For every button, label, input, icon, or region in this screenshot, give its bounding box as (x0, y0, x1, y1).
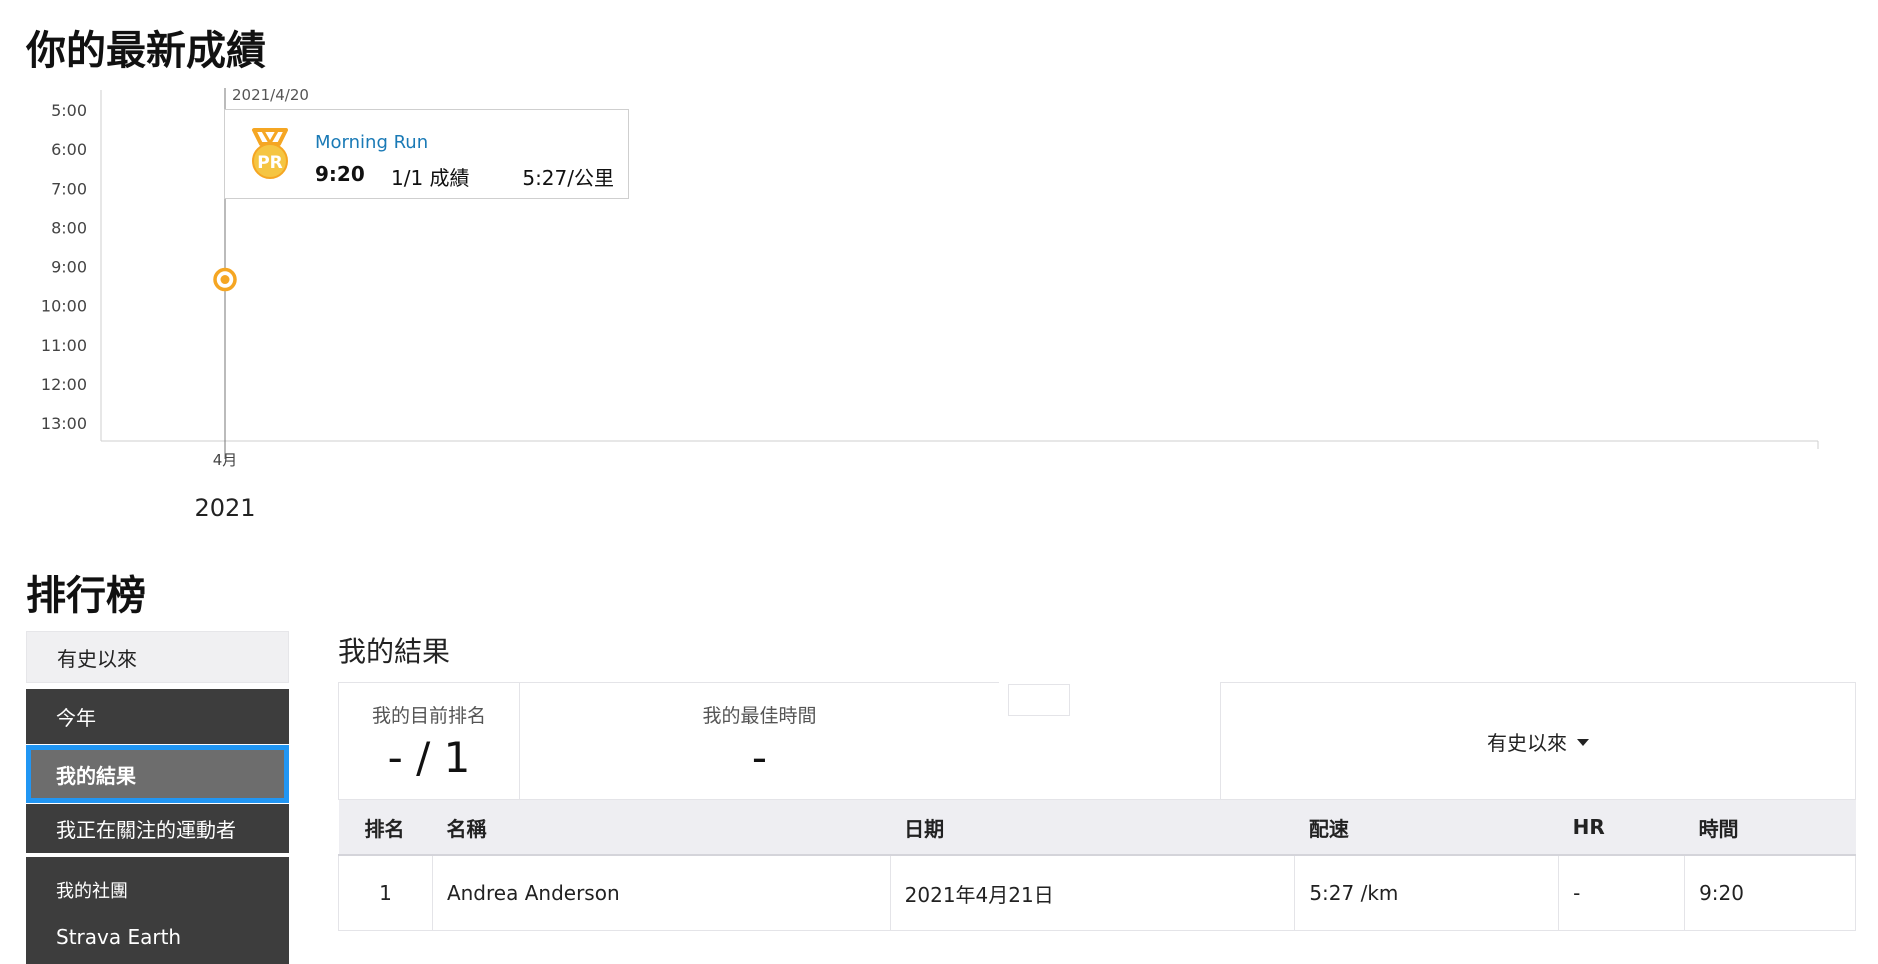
leaderboard-title: 排行榜 (26, 573, 146, 619)
column-header-hr[interactable]: HR (1558, 800, 1685, 856)
column-header-pace[interactable]: 配速 (1294, 800, 1559, 856)
sidebar-clubs-title: 我的社團 (56, 881, 128, 902)
y-tick-label: 11:00 (41, 336, 87, 355)
tooltip-date: 2021/4/20 (232, 86, 309, 104)
best-time-value: - (751, 733, 768, 782)
sidebar-clubs: 我的社團 Strava Earth (26, 857, 289, 964)
activity-link[interactable]: Morning Run (315, 132, 428, 153)
time-filter-dropdown[interactable]: 有史以來 (1221, 727, 1855, 756)
x-year-label: 2021 (194, 494, 255, 522)
column-header-name[interactable]: 名稱 (432, 800, 891, 856)
y-tick-label: 10:00 (41, 297, 87, 316)
best-time-label: 我的最佳時間 (702, 705, 817, 727)
sidebar-item-this-year[interactable]: 今年 (26, 689, 289, 744)
row-name: Andrea Anderson (431, 854, 891, 931)
tooltip-time: 9:20 (315, 162, 365, 186)
x-tick-label: 4月 (213, 451, 238, 469)
tooltip-rank: 1/1 成績 (391, 166, 470, 190)
y-tick-label: 13:00 (41, 414, 87, 433)
column-header-rank[interactable]: 排名 (338, 800, 433, 856)
latest-efforts-title: 你的最新成績 (26, 28, 266, 74)
best-time-box: 我的最佳時間 - (519, 682, 1000, 800)
data-point-center (220, 275, 230, 285)
empty-mini-box (1008, 684, 1070, 716)
y-tick-label: 12:00 (41, 375, 87, 394)
sidebar-item-following[interactable]: 我正在關注的運動者 (26, 804, 289, 853)
column-header-date[interactable]: 日期 (890, 800, 1295, 856)
row-date-link[interactable]: 2021年4月21日 (889, 854, 1296, 931)
filter-box: 有史以來 (1220, 682, 1856, 800)
row-hr: - (1558, 854, 1686, 931)
y-tick-label: 8:00 (51, 218, 87, 237)
sidebar-item-strava-earth[interactable]: Strava Earth (56, 925, 181, 949)
tooltip-pace: 5:27/公里 (522, 166, 614, 190)
pr-medal-icon: PR (252, 128, 288, 179)
row-rank: 1 (338, 854, 433, 931)
sidebar-item-all-time[interactable]: 有史以來 (26, 631, 289, 683)
current-rank-value: - / 1 (387, 733, 471, 782)
y-tick-label: 5:00 (51, 101, 87, 120)
row-time: 9:20 (1684, 854, 1856, 931)
pr-badge-text: PR (257, 153, 283, 173)
row-pace: 5:27 /km (1294, 854, 1560, 931)
table-header-row: 排名 名稱 日期 配速 HR 時間 (338, 800, 1856, 856)
caret-down-icon (1577, 739, 1589, 746)
table-row: 1 Andrea Anderson 2021年4月21日 5:27 /km - … (338, 854, 1856, 931)
current-rank-label: 我的目前排名 (371, 705, 486, 727)
time-filter-value: 有史以來 (1487, 731, 1567, 755)
results-title: 我的結果 (338, 635, 451, 668)
column-header-time[interactable]: 時間 (1684, 800, 1856, 856)
y-tick-label: 7:00 (51, 179, 87, 198)
y-tick-label: 9:00 (51, 258, 87, 277)
effort-tooltip: PR Morning Run 9:20 1/1 成績 5:27/公里 (224, 109, 629, 199)
y-tick-label: 6:00 (51, 140, 87, 159)
current-rank-box: 我的目前排名 - / 1 (338, 682, 520, 800)
sidebar-item-my-results[interactable]: 我的結果 (26, 745, 289, 803)
results-table: 排名 名稱 日期 配速 HR 時間 1 Andrea Anderson 2021… (338, 800, 1856, 931)
